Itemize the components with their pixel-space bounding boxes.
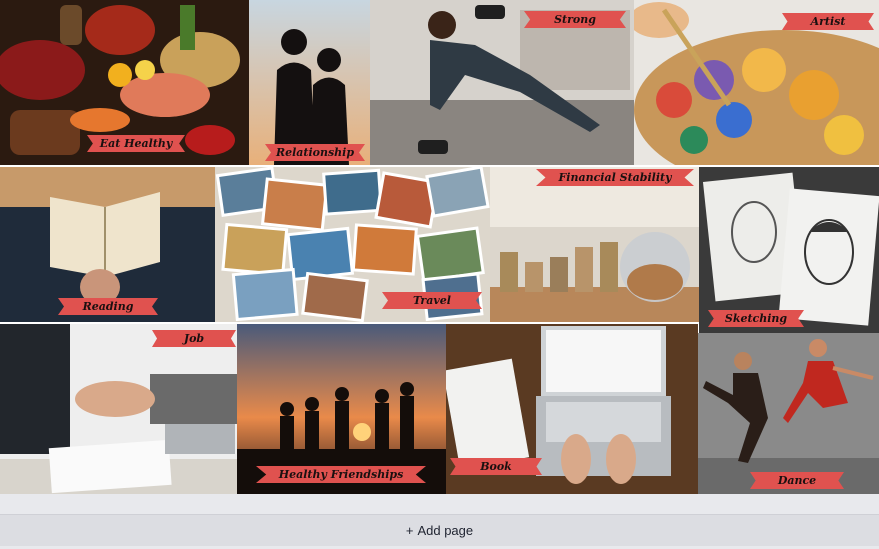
photo-artist[interactable]: Artist [634,0,879,165]
couple-silhouette [249,0,370,165]
photo-book[interactable]: Book [446,324,698,494]
photo-strong[interactable]: Strong [370,0,634,165]
tile-label-job: Job [152,330,236,347]
add-page-label: Add page [417,523,474,538]
photo-sketching[interactable]: Sketching [699,167,879,333]
sketch-illustration [699,167,879,333]
photo-relationship[interactable]: Relationship [249,0,370,165]
tile-label-eat-healthy: Eat Healthy [87,135,185,152]
vision-board-canvas[interactable]: Eat Healthy Relationship Strong Artist R… [0,0,879,494]
plus-icon: + [405,523,414,538]
tile-label-dance: Dance [750,472,844,489]
tile-label-healthy-friendships: Healthy Friendships [256,466,426,483]
photo-healthy-friendships[interactable]: Healthy Friendships [237,324,446,494]
tile-label-travel: Travel [382,292,482,309]
photo-job[interactable]: Job [0,324,237,494]
photo-financial-stability[interactable]: Financial Stability [490,167,699,322]
photo-dance[interactable]: Dance [698,333,879,494]
dancers-illustration [698,333,879,494]
tile-label-financial-stability: Financial Stability [536,169,694,186]
add-page-button[interactable]: + Add page [0,514,879,546]
handshake-illustration [0,324,237,494]
canvas-gap [0,494,879,514]
tile-label-sketching: Sketching [708,310,804,327]
photo-eat-healthy[interactable]: Eat Healthy [0,0,249,165]
tile-label-reading: Reading [58,298,158,315]
photo-travel[interactable]: Travel [215,167,490,322]
coins-illustration [490,167,699,322]
tile-label-artist: Artist [782,13,874,30]
tile-label-relationship: Relationship [265,144,365,161]
tile-label-strong: Strong [524,11,626,28]
tile-label-book: Book [450,458,542,475]
photo-reading[interactable]: Reading [0,167,215,322]
